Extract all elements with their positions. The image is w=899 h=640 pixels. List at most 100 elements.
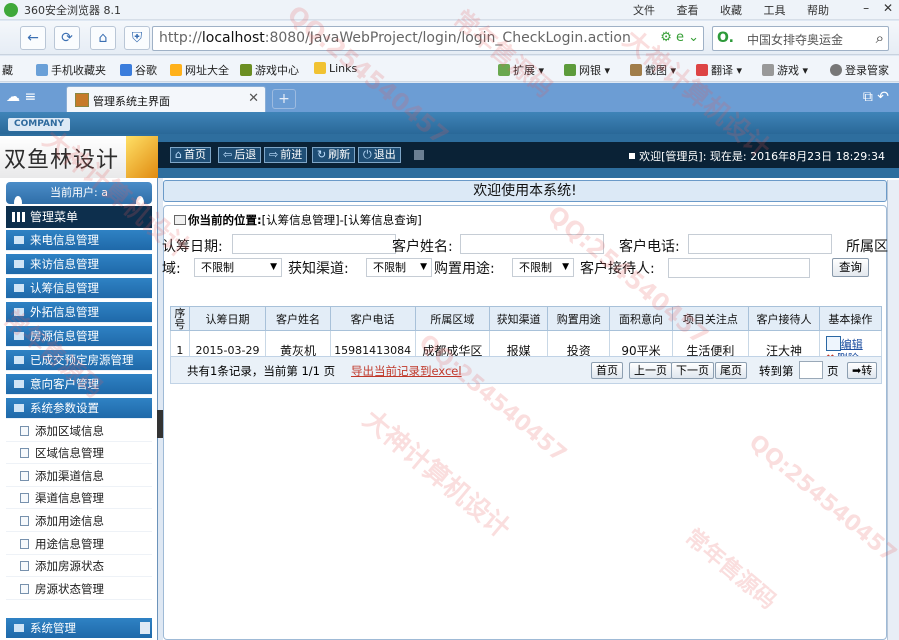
sidebar-item-calls[interactable]: 来电信息管理 xyxy=(6,230,152,251)
cloud-icon[interactable]: ☁ ≡ xyxy=(6,89,36,105)
last-page-button[interactable]: 尾页 xyxy=(715,362,747,379)
main-panel: 欢迎使用本系统! 你当前的位置:[认筹信息管理]-[认筹信息查询] 认筹日期: … xyxy=(162,178,899,640)
phone-input[interactable] xyxy=(688,234,832,254)
header-toolbar: ⌂ 首页 ⇦ 后退 ⇨ 前进 ↻ 刷新 ⏻ 退出 欢迎[管理员]: 现在是: 2016年8… xyxy=(158,142,899,168)
window-controls: – ✕ xyxy=(853,1,893,15)
tab-main[interactable]: 管理系统主界面 ✕ xyxy=(66,86,266,112)
area-select[interactable]: 不限制 ▼ xyxy=(194,258,282,277)
new-tab-button[interactable]: + xyxy=(272,89,296,109)
logout-button[interactable]: ⏻ 退出 xyxy=(358,147,401,163)
sidebar-subitem-add-status[interactable]: 添加房源状态 xyxy=(6,555,152,577)
name-input[interactable] xyxy=(460,234,604,254)
refresh-icon[interactable]: ⟳ xyxy=(54,26,80,50)
tab-tools-icon[interactable]: ⧉ ↶ xyxy=(863,89,889,105)
col-actions: 基本操作 xyxy=(818,306,883,331)
sidebar-item-subscriptions[interactable]: 认筹信息管理 xyxy=(6,278,152,299)
menu-view[interactable]: 查看 xyxy=(677,4,699,17)
query-button[interactable]: 查询 xyxy=(832,258,869,277)
fav-item[interactable]: 登录管家 xyxy=(830,62,889,78)
company-label: COMPANY xyxy=(8,118,70,131)
fav-item[interactable]: 游戏中心 xyxy=(240,62,299,78)
folder-icon xyxy=(14,284,24,292)
minimize-icon[interactable]: – xyxy=(863,1,869,15)
fav-item[interactable]: 扩展 ▾ xyxy=(498,62,544,78)
home-button[interactable]: ⌂ 首页 xyxy=(170,147,211,163)
address-bar[interactable]: http://localhost:8080/JavaWebProject/log… xyxy=(152,26,704,51)
fav-item[interactable]: 截图 ▾ xyxy=(630,62,676,78)
sidebar-item-visits[interactable]: 来访信息管理 xyxy=(6,254,152,275)
fav-item[interactable]: 藏 xyxy=(2,62,13,78)
menu-favorites[interactable]: 收藏 xyxy=(720,4,742,17)
fav-item[interactable]: 翻译 ▾ xyxy=(696,62,742,78)
sidebar-item-outreach[interactable]: 外拓信息管理 xyxy=(6,302,152,323)
edit-icon[interactable] xyxy=(825,335,841,351)
fav-item[interactable]: 游戏 ▾ xyxy=(762,62,808,78)
fav-item[interactable]: 谷歌 xyxy=(120,62,157,78)
location-icon xyxy=(174,215,186,225)
first-page-button[interactable]: 首页 xyxy=(591,362,623,379)
channel-select[interactable]: 不限制 ▼ xyxy=(366,258,432,277)
col-receptionist: 客户接待人 xyxy=(748,306,820,331)
page-icon xyxy=(20,584,29,594)
address-text[interactable]: http://localhost:8080/JavaWebProject/log… xyxy=(159,30,631,46)
col-area: 所属区域 xyxy=(414,306,491,331)
sidebar-subitem-status-manage[interactable]: 房源状态管理 xyxy=(6,578,152,600)
app-header: COMPANY 双鱼林设计 ⌂ 首页 ⇦ 后退 ⇨ 前进 ↻ 刷新 ⏻ 退出 欢迎[管理员… xyxy=(0,112,899,178)
grid-icon xyxy=(12,212,26,222)
sidebar-subitem-add-purpose[interactable]: 添加用途信息 xyxy=(6,510,152,532)
receptionist-label: 客户接待人: xyxy=(580,261,655,277)
back-button[interactable]: ⇦ 后退 xyxy=(218,147,262,163)
browser-title: 360安全浏览器 8.1 xyxy=(24,4,121,17)
next-page-button[interactable]: 下一页 xyxy=(671,362,714,379)
fav-item[interactable]: 网银 ▾ xyxy=(564,62,610,78)
address-icons[interactable]: ⚙ e ⌄ xyxy=(660,30,699,45)
sidebar-subitem-add-area[interactable]: 添加区域信息 xyxy=(6,420,152,442)
menu-help[interactable]: 帮助 xyxy=(807,4,829,17)
back-icon[interactable]: ← xyxy=(20,26,46,50)
sidebar-subitem-add-channel[interactable]: 添加渠道信息 xyxy=(6,465,152,487)
date-input[interactable] xyxy=(232,234,396,254)
purpose-label: 购置用途: xyxy=(434,261,495,277)
sidebar-item-listings[interactable]: 房源信息管理 xyxy=(6,326,152,347)
forward-button[interactable]: ⇨ 前进 xyxy=(264,147,308,163)
scroll-handle[interactable] xyxy=(140,622,150,634)
search-engine-icon[interactable]: O. xyxy=(717,30,734,46)
close-icon[interactable]: ✕ xyxy=(883,1,893,15)
welcome-banner: 欢迎使用本系统! xyxy=(163,180,887,202)
shield-icon[interactable]: ⛨ xyxy=(124,26,150,50)
sidebar-subitem-area-manage[interactable]: 区域信息管理 xyxy=(6,442,152,464)
sidebar-item-settings[interactable]: 系统参数设置 xyxy=(6,398,152,419)
purpose-select[interactable]: 不限制 ▼ xyxy=(512,258,574,277)
logo: 双鱼林设计 xyxy=(0,136,158,178)
search-input[interactable]: 中国女排夺奥运金 xyxy=(747,31,843,48)
sidebar-item-prospects[interactable]: 意向客户管理 xyxy=(6,374,152,395)
refresh-button[interactable]: ↻ 刷新 xyxy=(312,147,356,163)
fav-item[interactable]: 手机收藏夹 xyxy=(36,62,106,78)
page-number-input[interactable] xyxy=(799,361,823,379)
tab-close-icon[interactable]: ✕ xyxy=(248,91,259,106)
fav-item[interactable]: Links xyxy=(314,62,357,75)
go-button[interactable]: ➡转 xyxy=(847,362,878,379)
export-excel-link[interactable]: 导出当前记录到excel xyxy=(351,363,462,379)
home-icon[interactable]: ⌂ xyxy=(90,26,116,50)
sidebar-item-deals[interactable]: 已成交预定房源管理 xyxy=(6,350,152,371)
search-icon[interactable]: ⌕ xyxy=(876,29,884,47)
browser-titlebar: 360安全浏览器 8.1 文件 查看 收藏 工具 帮助 – ✕ xyxy=(0,0,899,20)
receptionist-input[interactable] xyxy=(668,258,810,278)
search-box[interactable]: O. 中国女排夺奥运金 ⌕ xyxy=(712,26,889,51)
col-phone: 客户电话 xyxy=(329,306,416,331)
page-icon xyxy=(20,493,29,503)
fav-item[interactable]: 网址大全 xyxy=(170,62,229,78)
page-icon xyxy=(20,516,29,526)
col-channel: 获知渠道 xyxy=(489,306,549,331)
menu-tools[interactable]: 工具 xyxy=(764,4,786,17)
vertical-scrollbar[interactable] xyxy=(887,180,899,640)
sidebar-subitem-purpose-manage[interactable]: 用途信息管理 xyxy=(6,533,152,555)
prev-page-button[interactable]: 上一页 xyxy=(629,362,672,379)
menu-file[interactable]: 文件 xyxy=(633,4,655,17)
edit-link[interactable]: 编辑 xyxy=(841,338,863,351)
sidebar-subitem-channel-manage[interactable]: 渠道信息管理 xyxy=(6,487,152,509)
page-icon xyxy=(20,471,29,481)
current-user: 当前用户: a xyxy=(6,182,152,210)
sidebar-item-system[interactable]: 系统管理 xyxy=(6,618,152,638)
